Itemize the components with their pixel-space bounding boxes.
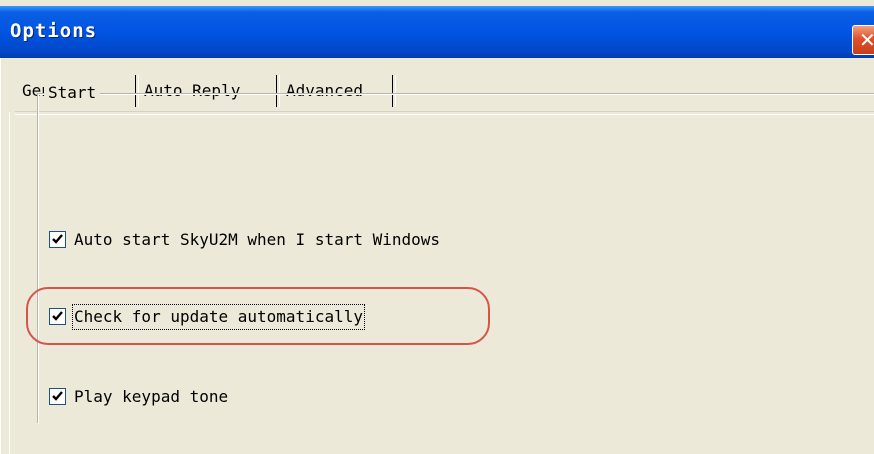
auto-start-checkbox[interactable] [49, 231, 66, 248]
start-group-title: Start [44, 81, 101, 105]
window-title: Options [10, 20, 98, 42]
title-bar[interactable]: Options ✕ [0, 6, 874, 58]
highlight-annotation [26, 287, 490, 345]
check-icon [52, 234, 63, 244]
keypad-tone-checkbox[interactable] [49, 388, 66, 405]
start-group-box-highlight [38, 94, 874, 424]
tab-page-left-border [9, 112, 10, 454]
check-icon [52, 391, 63, 401]
close-icon: ✕ [859, 28, 874, 52]
keypad-tone-label: Play keypad tone [74, 387, 229, 406]
options-window: Options ✕ General Auto Reply Advanced St… [0, 0, 874, 454]
auto-start-label: Auto start SkyU2M when I start Windows [74, 230, 441, 249]
close-button[interactable]: ✕ [852, 25, 874, 55]
